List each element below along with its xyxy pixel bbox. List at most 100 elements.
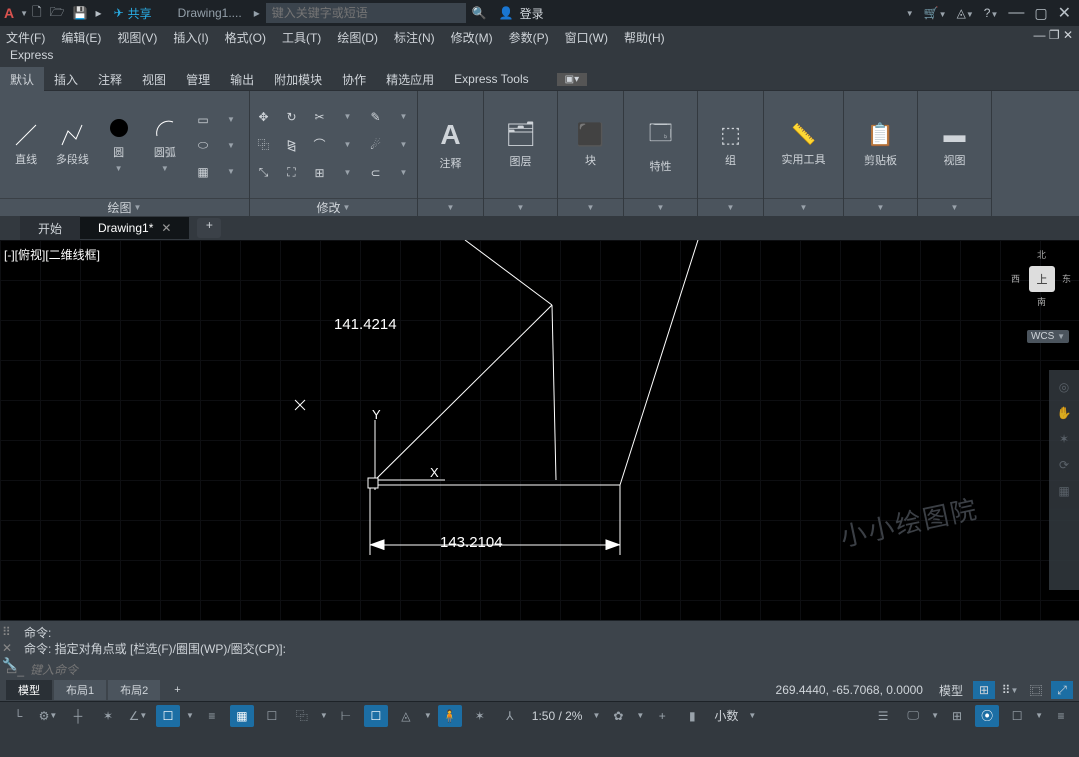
sb-otrack-icon[interactable]: ▦ bbox=[230, 705, 254, 727]
rotate-icon[interactable]: ↻ bbox=[280, 105, 304, 129]
menu-edit[interactable]: 编辑(E) bbox=[61, 29, 101, 46]
copy-icon[interactable]: ⿻ bbox=[252, 133, 276, 157]
view-cube[interactable]: 上 北 南 东 西 bbox=[1011, 248, 1071, 308]
layout-add[interactable]: + bbox=[162, 682, 192, 698]
clipboard-button[interactable]: 📋剪贴板 bbox=[851, 122, 911, 168]
tab-new-icon[interactable]: + bbox=[197, 218, 221, 238]
layout-2[interactable]: 布局2 bbox=[108, 680, 160, 700]
fillet-icon[interactable]: ⌒ bbox=[308, 133, 332, 157]
sb-ann3-icon[interactable]: ⅄ bbox=[498, 705, 522, 727]
sb-snap-icon[interactable]: └ bbox=[6, 705, 30, 727]
menu-file[interactable]: 文件(F) bbox=[6, 29, 45, 46]
tab-default[interactable]: 默认 bbox=[0, 67, 44, 92]
cmd-config-icon[interactable]: 🔧 bbox=[2, 657, 17, 671]
hatch-icon[interactable]: ▦ bbox=[191, 160, 215, 184]
help-icon[interactable]: ?▼ bbox=[984, 6, 999, 20]
mdi-controls[interactable]: — ❐ ✕ bbox=[1034, 28, 1073, 42]
menu-draw[interactable]: 绘图(D) bbox=[337, 29, 378, 46]
polyline-button[interactable]: 多段线 bbox=[52, 123, 92, 167]
sb-polar-icon[interactable]: ✶ bbox=[96, 705, 120, 727]
login-dropdown[interactable]: ▼ bbox=[906, 9, 914, 18]
move-icon[interactable]: ✥ bbox=[252, 105, 276, 129]
dd1[interactable]: ▼ bbox=[219, 108, 243, 132]
viewcube-top[interactable]: 上 bbox=[1029, 266, 1055, 292]
tab-insert[interactable]: 插入 bbox=[44, 67, 88, 92]
layers-button[interactable]: 🗂图层 bbox=[491, 120, 551, 169]
command-input[interactable] bbox=[30, 663, 1073, 677]
sb-ann2-icon[interactable]: ✶ bbox=[468, 705, 492, 727]
sb-list-icon[interactable]: ☰ bbox=[871, 705, 895, 727]
tab-featured[interactable]: 精选应用 bbox=[376, 67, 444, 92]
trim-icon[interactable]: ✂ bbox=[308, 105, 332, 129]
model-badge[interactable]: 模型 bbox=[933, 682, 969, 699]
sb-lwt-icon[interactable]: ☐ bbox=[260, 705, 284, 727]
menu-help[interactable]: 帮助(H) bbox=[624, 29, 665, 46]
dd3[interactable]: ▼ bbox=[219, 160, 243, 184]
array-icon[interactable]: ⊞ bbox=[308, 161, 332, 185]
ribbon-toggle[interactable]: ▣▾ bbox=[557, 73, 587, 86]
tab-start[interactable]: 开始 bbox=[20, 216, 80, 241]
erase-icon[interactable]: ✎ bbox=[364, 105, 388, 129]
sb-3dosnap-icon[interactable]: ≡ bbox=[200, 705, 224, 727]
sb-cycle-icon[interactable]: ◬ bbox=[394, 705, 418, 727]
sb-osnap-icon[interactable]: ☐ bbox=[156, 705, 180, 727]
dd8[interactable]: ▼ bbox=[336, 161, 360, 185]
showmotion-icon[interactable]: ▦ bbox=[1058, 484, 1069, 498]
menu-window[interactable]: 窗口(W) bbox=[565, 29, 608, 46]
dd2[interactable]: ▼ bbox=[219, 134, 243, 158]
maximize-icon[interactable]: ▢ bbox=[1034, 5, 1047, 22]
orbit-icon[interactable]: ⟳ bbox=[1059, 458, 1069, 472]
maximize-vp-icon[interactable]: ⤢ bbox=[1051, 681, 1073, 699]
sb-ruler-icon[interactable]: ▮ bbox=[680, 705, 704, 727]
app-icon[interactable]: ◬▼ bbox=[957, 6, 974, 20]
panel-modify-label[interactable]: 修改 bbox=[317, 199, 341, 216]
dimension-2[interactable]: 143.2104 bbox=[440, 534, 503, 551]
tab-addins[interactable]: 附加模块 bbox=[264, 67, 332, 92]
util-button[interactable]: 📏实用工具 bbox=[774, 122, 834, 167]
menu-param[interactable]: 参数(P) bbox=[509, 29, 549, 46]
sb-infer-icon[interactable]: ⚙▼ bbox=[36, 705, 60, 727]
sb-ortho-icon[interactable]: ┼ bbox=[66, 705, 90, 727]
group-button[interactable]: ⬚组 bbox=[704, 122, 757, 168]
paper-icon[interactable]: ⿴ bbox=[1025, 681, 1047, 699]
explode-icon[interactable]: ☄ bbox=[364, 133, 388, 157]
new-icon[interactable]: 🗋 bbox=[32, 3, 42, 24]
dimension-1[interactable]: 141.4214 bbox=[334, 316, 397, 333]
cart-icon[interactable]: 🛒▼ bbox=[924, 6, 947, 20]
menu-insert[interactable]: 插入(I) bbox=[173, 29, 208, 46]
dd7[interactable]: ▼ bbox=[392, 133, 416, 157]
arc-button[interactable]: 圆弧▼ bbox=[145, 116, 185, 173]
search-icon[interactable]: 🔍 bbox=[472, 6, 487, 20]
cmd-close-icon[interactable]: ✕ bbox=[2, 641, 17, 655]
view-button[interactable]: ▬视图 bbox=[925, 122, 985, 168]
rect-icon[interactable]: ▭ bbox=[191, 108, 215, 132]
tab-view[interactable]: 视图 bbox=[132, 67, 176, 92]
fullnav-icon[interactable]: ◎ bbox=[1059, 380, 1069, 394]
sb-gear-icon[interactable]: ✿ bbox=[606, 705, 630, 727]
units-label[interactable]: 小数 bbox=[710, 707, 742, 724]
sb-iso-icon[interactable]: ∠▼ bbox=[126, 705, 150, 727]
open-icon[interactable]: 🗁 bbox=[50, 3, 65, 24]
tab-output[interactable]: 输出 bbox=[220, 67, 264, 92]
sb-hw-icon[interactable]: ⦿ bbox=[975, 705, 999, 727]
panel-draw-label[interactable]: 绘图 bbox=[108, 199, 132, 216]
layout-model[interactable]: 模型 bbox=[6, 680, 52, 700]
sb-plus-icon[interactable]: + bbox=[650, 705, 674, 727]
cmd-handle-icon[interactable]: ⠿ bbox=[2, 625, 17, 639]
dd6[interactable]: ▼ bbox=[336, 133, 360, 157]
ellipse-icon[interactable]: ⬭ bbox=[191, 134, 215, 158]
menu-tools[interactable]: 工具(T) bbox=[282, 29, 321, 46]
grid-toggle-icon[interactable]: ⊞ bbox=[973, 681, 995, 699]
tab-drawing1[interactable]: Drawing1*✕ bbox=[80, 217, 189, 239]
sb-ann-icon[interactable]: 🧍 bbox=[438, 705, 462, 727]
save-icon[interactable]: 💾 bbox=[73, 6, 88, 20]
zoom-icon[interactable]: ✶ bbox=[1059, 432, 1069, 446]
snap-menu-icon[interactable]: ⠿▼ bbox=[999, 681, 1021, 699]
scale-label[interactable]: 1:50 / 2% bbox=[528, 709, 587, 723]
dd4[interactable]: ▼ bbox=[336, 105, 360, 129]
sb-dyn-icon[interactable]: ⊢ bbox=[334, 705, 358, 727]
sb-custom-icon[interactable]: ≡ bbox=[1049, 705, 1073, 727]
login-label[interactable]: 登录 bbox=[520, 5, 544, 22]
dd9[interactable]: ▼ bbox=[392, 161, 416, 185]
menu-view[interactable]: 视图(V) bbox=[117, 29, 157, 46]
